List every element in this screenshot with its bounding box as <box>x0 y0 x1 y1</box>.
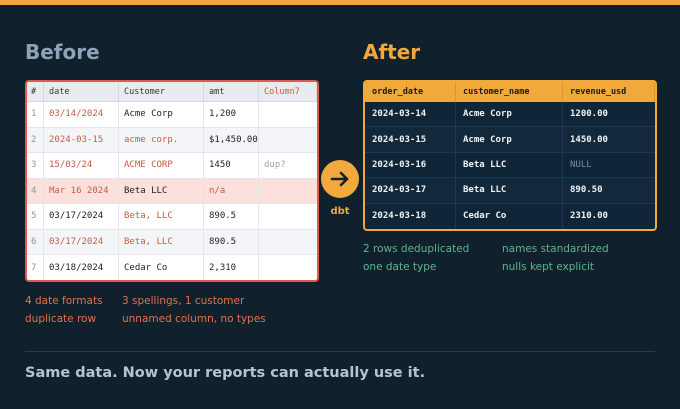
after-note: one date type <box>363 261 437 273</box>
row-number: 5 <box>27 204 44 229</box>
date-cell: 03/14/2024 <box>44 102 119 127</box>
row-number: 3 <box>27 153 44 178</box>
table-row: 1 03/14/2024 Acme Corp 1,200 <box>27 102 317 128</box>
customer-cell: Beta LLC <box>456 178 563 203</box>
extra-cell <box>259 255 317 280</box>
extra-cell: dup? <box>264 160 286 171</box>
date-cell: 2024-03-18 <box>365 203 456 229</box>
table-row: 2024-03-18 Cedar Co 2310.00 <box>365 203 655 229</box>
revenue-cell: 890.50 <box>570 185 603 196</box>
customer-cell: Acme Corp <box>456 127 563 152</box>
column-header: Customer <box>119 82 204 101</box>
date-cell: 2024-03-15 <box>44 127 119 152</box>
before-note: 4 date formats <box>25 295 103 307</box>
extra-cell <box>259 230 317 255</box>
column-header: # <box>27 82 44 101</box>
column-header-unnamed: Column7 <box>259 82 317 101</box>
amount-cell: 1,200 <box>204 102 259 127</box>
after-table: order_date customer_name revenue_usd 202… <box>363 80 657 231</box>
date-cell: 2024-03-17 <box>365 178 456 203</box>
customer-cell: Acme Corp <box>456 102 563 127</box>
amount-cell: 890.5 <box>204 204 259 229</box>
date-cell: Mar 16 2024 <box>44 178 119 203</box>
extra-cell <box>259 128 317 153</box>
amount-cell: 890.5 <box>204 229 259 254</box>
revenue-cell: 1200.00 <box>570 109 608 120</box>
table-row: 3 15/03/24 ACME CORP 1450 dup? <box>27 153 317 179</box>
column-header: customer_name <box>456 82 563 102</box>
revenue-cell-null: NULL <box>570 159 592 170</box>
date-cell: 03/18/2024 <box>44 255 119 280</box>
column-header: amt <box>204 82 259 101</box>
customer-cell: Cedar Co <box>456 203 563 229</box>
tagline: Same data. Now your reports can actually… <box>25 365 426 381</box>
before-note: unnamed column, no types <box>122 313 266 325</box>
row-number: 1 <box>27 102 44 127</box>
customer-cell: Beta, LLC <box>119 204 204 229</box>
after-title: After <box>363 40 421 64</box>
date-cell: 2024-03-16 <box>365 152 456 178</box>
extra-cell <box>259 204 317 229</box>
after-table-header: order_date customer_name revenue_usd <box>365 82 655 102</box>
top-accent-bar <box>0 0 680 5</box>
customer-cell: Beta LLC <box>119 178 204 203</box>
customer-cell: Acme Corp <box>119 102 204 127</box>
after-note: 2 rows deduplicated <box>363 243 470 255</box>
date-cell: 15/03/24 <box>44 153 119 178</box>
customer-cell: Beta LLC <box>456 152 563 178</box>
table-row-duplicate: 4 Mar 16 2024 Beta LLC n/a <box>27 178 317 204</box>
date-cell: 03/17/2024 <box>44 204 119 229</box>
table-row: 2024-03-16 Beta LLC NULL <box>365 152 655 179</box>
arrow-right-icon <box>330 171 349 187</box>
date-cell: 2024-03-15 <box>365 127 456 152</box>
table-row: 5 03/17/2024 Beta, LLC 890.5 <box>27 204 317 230</box>
before-title: Before <box>25 40 100 64</box>
revenue-cell: 2310.00 <box>570 211 608 222</box>
date-cell: 03/17/2024 <box>44 229 119 254</box>
revenue-cell: 1450.00 <box>570 134 608 145</box>
transform-arrow <box>321 160 359 198</box>
table-row: 6 03/17/2024 Beta, LLC 890.5 <box>27 229 317 255</box>
amount-cell: 2,310 <box>204 255 259 280</box>
amount-cell: $1,450.00 <box>204 127 259 152</box>
date-cell: 2024-03-14 <box>365 102 456 127</box>
table-row: 2024-03-15 Acme Corp 1450.00 <box>365 127 655 153</box>
row-number: 7 <box>27 255 44 280</box>
extra-cell <box>259 179 317 204</box>
customer-cell: acme corp. <box>119 127 204 152</box>
table-row: 2024-03-14 Acme Corp 1200.00 <box>365 102 655 128</box>
before-note: 3 spellings, 1 customer <box>122 295 245 307</box>
column-header: revenue_usd <box>563 82 655 102</box>
amount-cell: 1450 <box>204 153 259 178</box>
section-divider <box>25 351 655 352</box>
table-row: 2 2024-03-15 acme corp. $1,450.00 <box>27 127 317 153</box>
after-note: nulls kept explicit <box>502 261 595 273</box>
column-header: order_date <box>365 82 456 102</box>
column-header: date <box>44 82 119 101</box>
table-row: 2024-03-17 Beta LLC 890.50 <box>365 178 655 204</box>
customer-cell: Cedar Co <box>119 255 204 280</box>
before-table-header: # date Customer amt Column7 <box>27 82 317 102</box>
row-number: 6 <box>27 229 44 254</box>
customer-cell: Beta, LLC <box>119 229 204 254</box>
before-note: duplicate row <box>25 313 97 325</box>
amount-cell: n/a <box>204 178 259 203</box>
row-number: 2 <box>27 127 44 152</box>
extra-cell <box>259 102 317 127</box>
after-note: names standardized <box>502 243 609 255</box>
dbt-label: dbt <box>330 206 350 217</box>
customer-cell: ACME CORP <box>119 153 204 178</box>
row-number: 4 <box>27 178 44 203</box>
table-row: 7 03/18/2024 Cedar Co 2,310 <box>27 255 317 280</box>
before-table: # date Customer amt Column7 1 03/14/2024… <box>25 80 319 282</box>
